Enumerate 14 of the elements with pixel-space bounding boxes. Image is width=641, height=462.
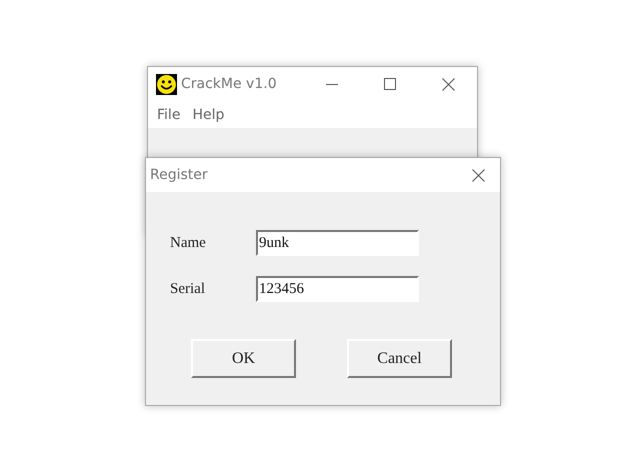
field-label: Serial <box>170 280 206 298</box>
input-field[interactable]: 123456 <box>256 276 419 302</box>
close-icon <box>442 78 454 90</box>
dialog-button[interactable]: OK <box>191 339 296 378</box>
dialog-title: Register <box>150 167 208 183</box>
field-label: Name <box>170 234 207 252</box>
menu-item[interactable]: File <box>152 106 186 122</box>
maximize-icon <box>384 78 396 90</box>
close-icon <box>472 168 484 182</box>
smiley-icon <box>156 74 177 94</box>
dialog-button[interactable]: Cancel <box>347 339 452 378</box>
menu-item[interactable]: Help <box>187 106 230 122</box>
window-title: CrackMe v1.0 <box>181 76 277 92</box>
input-field[interactable]: 9unk <box>256 230 419 256</box>
